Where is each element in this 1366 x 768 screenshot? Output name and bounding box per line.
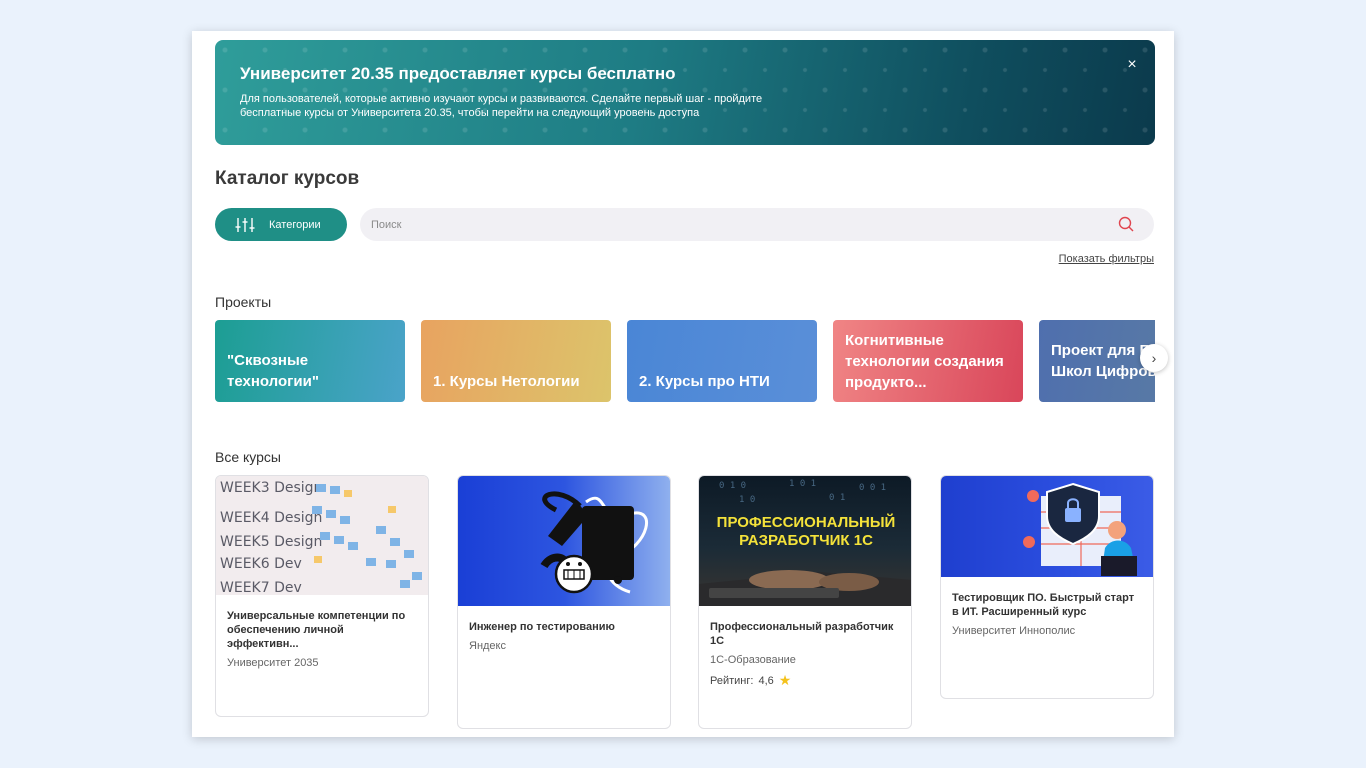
- whiteboard-image: WEEK3 Design WEEK4 Design WEEK5 Design W…: [216, 476, 428, 595]
- close-icon[interactable]: ×: [1123, 56, 1141, 74]
- star-icon: ★: [778, 672, 792, 688]
- course-thumbnail: [458, 476, 670, 606]
- course-thumbnail: WEEK3 Design WEEK4 Design WEEK5 Design W…: [216, 476, 428, 595]
- course-provider: Яндекс: [469, 640, 506, 652]
- course-provider: Университет 2035: [227, 657, 319, 669]
- page-title: Каталог курсов: [215, 168, 360, 189]
- course-rating: Рейтинг: 4,6 ★: [710, 672, 900, 689]
- project-label: Когнитивные технологии создания продукто…: [845, 331, 1004, 391]
- course-title: Тестировщик ПО. Быстрый старт в ИТ. Расш…: [952, 592, 1135, 618]
- course-title: Инженер по тестированию: [469, 621, 615, 633]
- project-card[interactable]: Проект для Б поток: Школ Цифровой...: [1039, 320, 1155, 402]
- chevron-right-icon[interactable]: ›: [1140, 344, 1168, 372]
- course-thumbnail: 0 1 01 0 10 0 1 1 00 1 ПРОФЕССИОНАЛЬНЫЙ …: [699, 476, 911, 606]
- course-provider: 1С-Образование: [710, 654, 796, 666]
- testing-illustration: [540, 491, 648, 594]
- search-icon[interactable]: [1118, 216, 1134, 232]
- show-filters-link[interactable]: Показать фильтры: [1059, 253, 1154, 265]
- whiteboard-text: WEEK4 Design: [220, 510, 322, 526]
- course-card[interactable]: Тестировщик ПО. Быстрый старт в ИТ. Расш…: [940, 475, 1154, 699]
- course-thumbnail: [941, 476, 1153, 577]
- rating-value: 4,6: [758, 674, 774, 687]
- banner-text: Для пользователей, которые активно изуча…: [240, 93, 763, 119]
- rating-label: Рейтинг:: [710, 674, 754, 687]
- categories-label: Категории: [269, 218, 321, 231]
- courses-title: Все курсы: [215, 449, 281, 465]
- course-provider: Университет Иннополис: [952, 625, 1076, 637]
- main-page: Университет 20.35 предоставляет курсы бе…: [192, 31, 1174, 737]
- thumb-title: ПРОФЕССИОНАЛЬНЫЙ: [717, 513, 896, 531]
- search-bar: [360, 208, 1154, 241]
- course-title: Профессиональный разработчик 1С: [710, 621, 894, 647]
- project-card[interactable]: Когнитивные технологии создания продукто…: [833, 320, 1023, 402]
- course-card[interactable]: 0 1 01 0 10 0 1 1 00 1 ПРОФЕССИОНАЛЬНЫЙ …: [698, 475, 912, 729]
- course-card[interactable]: Инженер по тестированию Яндекс: [457, 475, 671, 729]
- promo-banner: Университет 20.35 предоставляет курсы бе…: [215, 40, 1155, 145]
- whiteboard-text: WEEK7 Dev: [220, 580, 302, 595]
- security-illustration: [1023, 482, 1137, 576]
- course-title: Универсальные компетенции по обеспечению…: [227, 610, 406, 650]
- categories-button[interactable]: Категории: [215, 208, 347, 241]
- project-label: 2. Курсы про НТИ: [639, 373, 770, 390]
- whiteboard-text: WEEK6 Dev: [220, 556, 302, 572]
- svg-text:0 1: 0 1: [829, 493, 845, 503]
- whiteboard-text: WEEK3 Design: [220, 480, 322, 496]
- svg-text:0 0 1: 0 0 1: [859, 483, 886, 493]
- projects-title: Проекты: [215, 294, 272, 310]
- banner-title: Университет 20.35 предоставляет курсы бе…: [240, 64, 676, 83]
- project-card[interactable]: 1. Курсы Нетологии: [421, 320, 611, 402]
- whiteboard-text: WEEK5 Design: [220, 534, 322, 550]
- projects-carousel: "Сквозные технологии" 1. Курсы Нетологии…: [215, 320, 1155, 402]
- project-label: 1. Курсы Нетологии: [433, 373, 580, 390]
- project-card[interactable]: 2. Курсы про НТИ: [627, 320, 817, 402]
- svg-text:1 0: 1 0: [739, 495, 755, 505]
- developer-image: 0 1 01 0 10 0 1 1 00 1 ПРОФЕССИОНАЛЬНЫЙ …: [699, 479, 911, 606]
- thumb-title: РАЗРАБОТЧИК 1С: [739, 532, 873, 549]
- svg-text:1 0 1: 1 0 1: [789, 479, 816, 489]
- sliders-icon: [235, 217, 255, 232]
- project-label: "Сквозные технологии": [227, 352, 319, 390]
- course-card[interactable]: WEEK3 Design WEEK4 Design WEEK5 Design W…: [215, 475, 429, 717]
- svg-text:0 1 0: 0 1 0: [719, 481, 746, 491]
- project-card[interactable]: "Сквозные технологии": [215, 320, 405, 402]
- search-input[interactable]: [360, 208, 1154, 241]
